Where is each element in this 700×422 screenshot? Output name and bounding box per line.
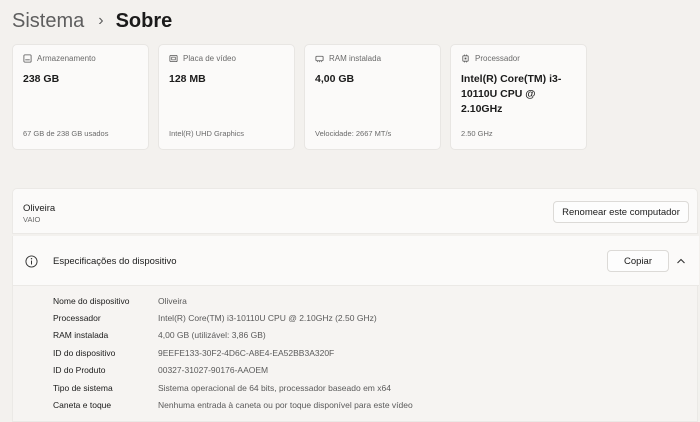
spec-row-device-name: Nome do dispositivo Oliveira <box>53 292 413 309</box>
card-gpu-title: Placa de vídeo <box>183 54 236 63</box>
spec-row-product-id: ID do Produto 00327-31027-90176-AAOEM <box>53 362 413 379</box>
spec-label: Processador <box>53 313 101 324</box>
device-name: Oliveira <box>23 203 56 214</box>
card-storage: Armazenamento 238 GB 67 GB de 238 GB usa… <box>12 44 149 150</box>
card-gpu: Placa de vídeo 128 MB Intel(R) UHD Graph… <box>158 44 295 150</box>
spec-label: Caneta e toque <box>53 400 112 411</box>
card-ram-value: 4,00 GB <box>315 73 355 85</box>
spec-row-pen-touch: Caneta e toque Nenhuma entrada à caneta … <box>53 396 413 413</box>
breadcrumb-sistema[interactable]: Sistema <box>12 8 84 34</box>
cpu-icon <box>462 54 469 63</box>
spec-value: 9EEFE133-30F2-4D6C-A8E4-EA52BB3A320F <box>158 347 335 358</box>
ram-icon <box>315 55 324 63</box>
card-cpu-value: Intel(R) Core(TM) i3-10110U CPU @ 2.10GH… <box>461 73 562 115</box>
spec-value: Intel(R) Core(TM) i3-10110U CPU @ 2.10GH… <box>158 313 377 324</box>
card-ram-title: RAM instalada <box>329 54 382 63</box>
spec-row-device-id: ID do dispositivo 9EEFE133-30F2-4D6C-A8E… <box>53 344 413 361</box>
rename-computer-button[interactable]: Renomear este computador <box>553 201 689 223</box>
card-ram: RAM instalada 4,00 GB Velocidade: 2667 M… <box>304 44 441 150</box>
spec-rows: Nome do dispositivo Oliveira Processador… <box>53 292 413 414</box>
specs-header[interactable]: Especificações do dispositivo Copiar <box>13 236 699 286</box>
card-cpu: Processador Intel(R) Core(TM) i3-10110U … <box>450 44 587 150</box>
spec-label: ID do dispositivo <box>53 347 116 358</box>
storage-icon <box>23 54 32 63</box>
spec-value: 4,00 GB (utilizável: 3,86 GB) <box>158 330 266 341</box>
summary-cards: Armazenamento 238 GB 67 GB de 238 GB usa… <box>12 44 587 150</box>
device-name-section: Oliveira VAIO Renomear este computador <box>12 188 698 234</box>
card-storage-sub: 67 GB de 238 GB usados <box>23 129 109 138</box>
chevron-up-icon[interactable] <box>675 255 687 267</box>
device-model: VAIO <box>23 215 41 224</box>
spec-row-system-type: Tipo de sistema Sistema operacional de 6… <box>53 379 413 396</box>
breadcrumb-separator: › <box>98 12 104 29</box>
card-ram-sub: Velocidade: 2667 MT/s <box>315 129 392 138</box>
info-icon <box>25 255 38 268</box>
spec-value: Oliveira <box>158 295 187 306</box>
spec-value: Nenhuma entrada à caneta ou por toque di… <box>158 400 413 411</box>
card-cpu-sub: 2.50 GHz <box>461 129 493 138</box>
card-storage-value: 238 GB <box>23 73 60 85</box>
spec-label: Tipo de sistema <box>53 382 113 393</box>
card-cpu-title: Processador <box>475 54 520 63</box>
spec-value: Sistema operacional de 64 bits, processa… <box>158 382 391 393</box>
spec-row-ram: RAM instalada 4,00 GB (utilizável: 3,86 … <box>53 327 413 344</box>
device-specifications: Especificações do dispositivo Copiar Nom… <box>12 236 699 422</box>
gpu-icon <box>169 54 178 63</box>
card-storage-title: Armazenamento <box>37 54 96 63</box>
specs-title: Especificações do dispositivo <box>53 256 177 267</box>
card-gpu-sub: Intel(R) UHD Graphics <box>169 129 245 138</box>
spec-row-processor: Processador Intel(R) Core(TM) i3-10110U … <box>53 309 413 326</box>
card-gpu-value: 128 MB <box>169 73 206 85</box>
spec-label: RAM instalada <box>53 330 109 341</box>
breadcrumb: Sistema › Sobre <box>12 8 172 34</box>
page-title: Sobre <box>115 10 173 32</box>
spec-label: ID do Produto <box>53 365 106 376</box>
spec-label: Nome do dispositivo <box>53 295 130 306</box>
spec-value: 00327-31027-90176-AAOEM <box>158 365 269 376</box>
copy-button[interactable]: Copiar <box>607 250 669 272</box>
